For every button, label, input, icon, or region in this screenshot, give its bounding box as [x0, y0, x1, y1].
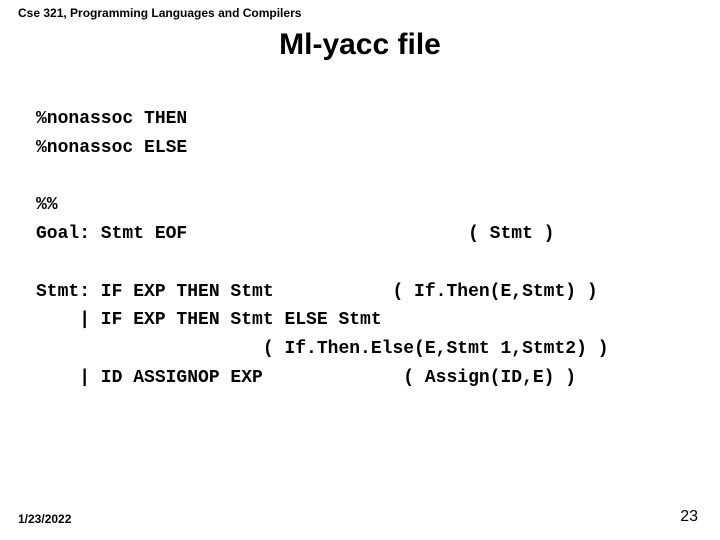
- page-number: 23: [680, 508, 698, 526]
- code-line: %nonassoc THEN: [36, 109, 187, 129]
- code-line: %%: [36, 195, 58, 215]
- slide-title: Ml-yacc file: [0, 28, 720, 62]
- code-line: %nonassoc ELSE: [36, 138, 187, 158]
- code-block: %nonassoc THEN %nonassoc ELSE %% Goal: S…: [0, 76, 720, 393]
- code-line: | IF EXP THEN Stmt ELSE Stmt: [36, 310, 382, 330]
- course-header: Cse 321, Programming Languages and Compi…: [0, 0, 720, 20]
- footer-date: 1/23/2022: [18, 512, 71, 526]
- code-line: Goal: Stmt EOF ( Stmt ): [36, 224, 554, 244]
- code-line: Stmt: IF EXP THEN Stmt ( If.Then(E,Stmt)…: [36, 282, 598, 302]
- code-line: | ID ASSIGNOP EXP ( Assign(ID,E) ): [36, 368, 576, 388]
- code-line: ( If.Then.Else(E,Stmt 1,Stmt2) ): [36, 339, 609, 359]
